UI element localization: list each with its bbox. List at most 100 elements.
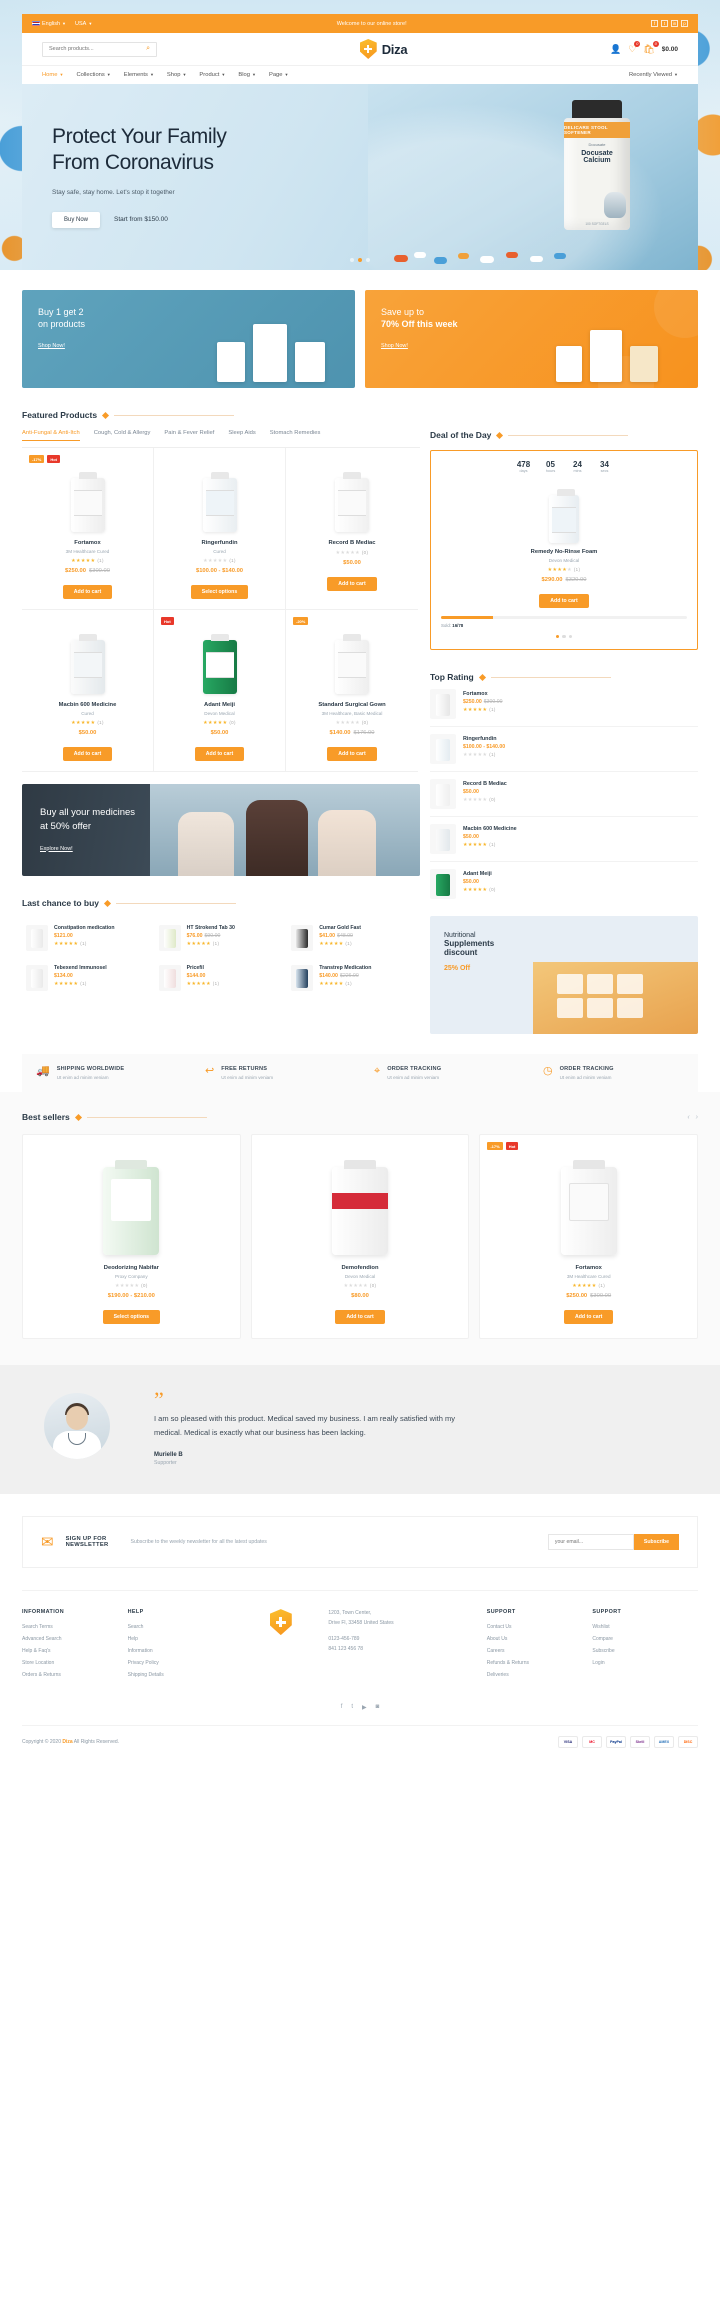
- facebook-icon[interactable]: f: [341, 1704, 343, 1711]
- footer-link[interactable]: Orders & Returns: [22, 1672, 128, 1678]
- email-field[interactable]: [547, 1534, 634, 1551]
- twitter-icon[interactable]: t: [661, 20, 668, 27]
- country-selector[interactable]: USA ▼: [75, 21, 92, 27]
- promo-shop-now-link[interactable]: Shop Now!: [381, 343, 408, 349]
- mid-promo-banner[interactable]: Buy all your medicines at 50% offer Explo…: [22, 784, 420, 876]
- list-item[interactable]: Cumar Gold Fast $41.00 $48.00 ★★★★★ (1): [287, 918, 420, 958]
- twitter-icon[interactable]: t: [351, 1704, 353, 1711]
- nav-item-elements[interactable]: Elements ▼: [124, 72, 154, 78]
- deal-add-to-cart-button[interactable]: Add to cart: [539, 594, 589, 608]
- instagram-icon[interactable]: ◙: [376, 1704, 380, 1711]
- list-item[interactable]: Adant Meiji $50.00 ★★★★★ (0): [430, 862, 698, 906]
- footer-link[interactable]: Search: [128, 1624, 234, 1630]
- add-to-cart-button[interactable]: Add to cart: [327, 747, 377, 761]
- subscribe-button[interactable]: Subscribe: [633, 1534, 679, 1551]
- footer-link[interactable]: Refunds & Returns: [487, 1660, 593, 1666]
- list-item[interactable]: HT Strokend Tab 30 $76.00 $90.00 ★★★★★ (1…: [155, 918, 288, 958]
- chevron-left-icon[interactable]: ‹: [687, 1114, 689, 1121]
- product-card[interactable]: -17% Hot Fortamox 3M Healthcare Cured ★★…: [22, 448, 154, 610]
- footer-link[interactable]: Help: [128, 1636, 234, 1642]
- tab-stomach[interactable]: Stomach Remedies: [270, 430, 321, 441]
- promo-banner-buy1get2[interactable]: Buy 1 get 2 on products Shop Now!: [22, 290, 355, 388]
- list-item[interactable]: Ringerfundin $100.00 - $140.00 ★★★★★ (1): [430, 727, 698, 773]
- product-card[interactable]: Ringerfundin Cured ★★★★★ (1) $100.00 - $…: [154, 448, 286, 610]
- nav-item-home[interactable]: Home ▼: [42, 72, 63, 78]
- select-options-button[interactable]: Select options: [190, 585, 249, 599]
- product-card[interactable]: Deodorizing Nabifar Proxy Company ★★★★★ …: [22, 1134, 241, 1340]
- list-item[interactable]: Constipation medication $121.00 ★★★★★ (1…: [22, 918, 155, 958]
- add-to-cart-button[interactable]: Add to cart: [62, 585, 113, 599]
- tab-pain-fever[interactable]: Pain & Fever Relief: [164, 430, 214, 441]
- search-box[interactable]: ⌕: [42, 41, 157, 57]
- list-item[interactable]: Fortamox $250.00 $300.00 ★★★★★ (1): [430, 682, 698, 728]
- facebook-icon[interactable]: f: [651, 20, 658, 27]
- brand-logo[interactable]: Diza: [157, 39, 610, 59]
- footer-link[interactable]: Login: [592, 1660, 698, 1666]
- recently-viewed-button[interactable]: Recently Viewed ▼: [629, 72, 678, 78]
- promo-shop-now-link[interactable]: Shop Now!: [38, 343, 65, 349]
- select-options-button[interactable]: Select options: [102, 1310, 161, 1325]
- list-item[interactable]: Macbin 600 Medicine $50.00 ★★★★★ (1): [430, 817, 698, 863]
- tab-sleep-aids[interactable]: Sleep Aids: [228, 430, 255, 441]
- chevron-right-icon[interactable]: ›: [696, 1114, 698, 1121]
- product-card[interactable]: Macbin 600 Medicine Cured ★★★★★ (1) $50.…: [22, 610, 154, 772]
- slider-dot[interactable]: [350, 258, 354, 262]
- search-input[interactable]: [49, 46, 139, 52]
- product-card[interactable]: -20% Standard Surgical Gown 3M Healthcar…: [286, 610, 418, 772]
- slider-dot-active[interactable]: [556, 635, 560, 639]
- product-card[interactable]: -17% Hot Fortamox 3M Healthcare Cured ★★…: [479, 1134, 699, 1340]
- slider-dot-active[interactable]: [358, 258, 362, 262]
- product-card[interactable]: Record B Mediac ★★★★★ (0) $50.00 Add to …: [286, 448, 418, 610]
- product-card[interactable]: Hot Adant Meiji Devon Medical ★★★★★ (0) …: [154, 610, 286, 772]
- tab-cough-cold[interactable]: Cough, Cold & Allergy: [94, 430, 151, 441]
- footer-link[interactable]: Careers: [487, 1648, 593, 1654]
- promo-banner-save70[interactable]: Save up to 70% Off this week Shop Now!: [365, 290, 698, 388]
- list-item[interactable]: Tebexend Immunosel $134.00 ★★★★★ (1): [22, 958, 155, 998]
- linkedin-icon[interactable]: in: [671, 20, 678, 27]
- add-to-cart-button[interactable]: Add to cart: [327, 577, 377, 591]
- explore-now-link[interactable]: Explore Now!: [40, 846, 73, 852]
- footer-link[interactable]: Privacy Policy: [128, 1660, 234, 1666]
- nav-item-page[interactable]: Page ▼: [269, 72, 289, 78]
- footer-link[interactable]: Advanced Search: [22, 1636, 128, 1642]
- slider-dot[interactable]: [366, 258, 370, 262]
- footer-link[interactable]: Subscribe: [592, 1648, 698, 1654]
- add-to-cart-button[interactable]: Add to cart: [563, 1310, 614, 1325]
- nav-item-blog[interactable]: Blog ▼: [238, 72, 256, 78]
- add-to-cart-button[interactable]: Add to cart: [62, 747, 113, 761]
- product-card[interactable]: Demofendion Devon Medical ★★★★★ (0) $80.…: [250, 1134, 470, 1340]
- language-selector[interactable]: English ▼: [32, 21, 66, 27]
- youtube-icon[interactable]: ▶: [362, 1704, 367, 1711]
- cart-icon[interactable]: 🛍 0: [643, 40, 659, 55]
- nav-item-collections[interactable]: Collections ▼: [76, 72, 110, 78]
- list-item[interactable]: Record B Mediac $50.00 ★★★★★ (0): [430, 772, 698, 818]
- footer-link[interactable]: About Us: [487, 1636, 593, 1642]
- footer-link[interactable]: Information: [128, 1648, 234, 1654]
- account-icon[interactable]: 👤: [610, 44, 621, 55]
- nav-item-shop[interactable]: Shop ▼: [167, 72, 187, 78]
- slider-dot[interactable]: [568, 635, 572, 639]
- footer-link[interactable]: Contact Us: [487, 1624, 593, 1630]
- deal-of-the-day-card[interactable]: 478 days 05 hours 24 mins 34 secs Remedy No-…: [430, 450, 698, 651]
- footer-link[interactable]: Help & Faq's: [22, 1648, 128, 1654]
- pinterest-icon[interactable]: p: [681, 20, 688, 27]
- add-to-cart-button[interactable]: Add to cart: [335, 1310, 385, 1325]
- footer-link[interactable]: Wishlist: [592, 1624, 698, 1630]
- footer-link[interactable]: Store Location: [22, 1660, 128, 1666]
- buy-now-button[interactable]: Buy Now: [52, 211, 101, 228]
- footer-logo[interactable]: [233, 1609, 328, 1684]
- slider-dot[interactable]: [562, 635, 566, 639]
- footer-link[interactable]: Search Terms: [22, 1624, 128, 1630]
- tab-anti-fungal[interactable]: Anti-Fungal & Anti-Itch: [22, 430, 80, 441]
- wishlist-icon[interactable]: ♡ 0: [628, 40, 641, 55]
- footer-link[interactable]: Compare: [592, 1636, 698, 1642]
- nutritional-banner[interactable]: Nutritional Supplements discount 25% Off: [430, 916, 698, 1035]
- phone-number[interactable]: 0123-456-789: [328, 1635, 486, 1645]
- add-to-cart-button[interactable]: Add to cart: [194, 747, 245, 761]
- list-item[interactable]: Transtrep Medication $140.00 $226.00 ★★★★…: [287, 958, 420, 998]
- footer-link[interactable]: Deliveries: [487, 1672, 593, 1678]
- search-icon[interactable]: ⌕: [146, 45, 150, 53]
- footer-link[interactable]: Shipping Details: [128, 1672, 234, 1678]
- list-item[interactable]: Pricefil $144.00 ★★★★★ (1): [155, 958, 288, 998]
- phone-number[interactable]: 841 123 456 78: [328, 1645, 486, 1655]
